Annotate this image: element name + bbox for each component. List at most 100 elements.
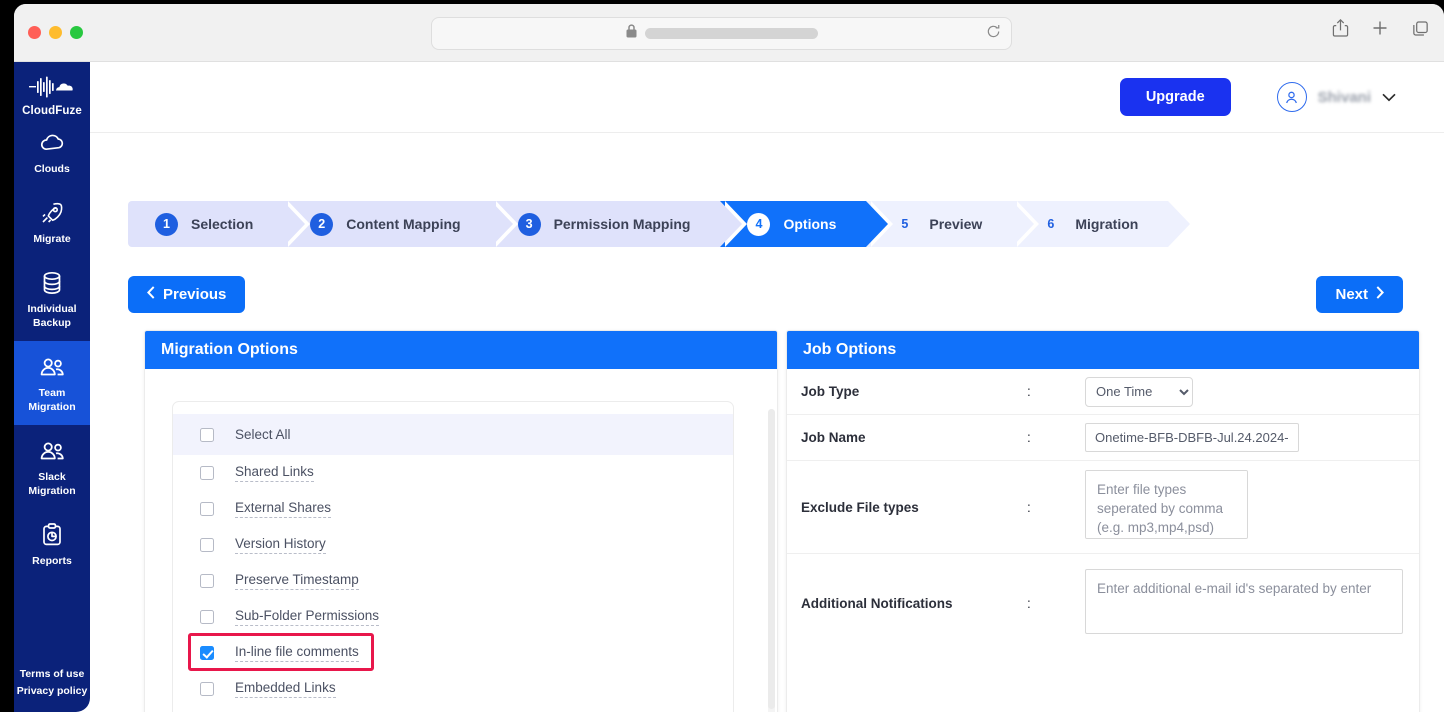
upgrade-button[interactable]: Upgrade <box>1119 78 1231 116</box>
option-row-version-history[interactable]: Version History <box>173 527 733 563</box>
chevron-down-icon[interactable] <box>1382 90 1396 105</box>
option-label: Embedded Links <box>235 680 336 698</box>
option-row-select-all[interactable]: Select All <box>173 414 733 455</box>
job-row-job-name: Job Name : <box>787 415 1419 461</box>
step-content-mapping[interactable]: 2 Content Mapping <box>283 201 518 247</box>
browser-toolbar-actions <box>1332 18 1430 38</box>
checkbox-embedded-links[interactable] <box>200 682 214 696</box>
step-label: Permission Mapping <box>553 216 691 232</box>
job-type-field: One Time Delta Scheduled <box>1085 376 1419 407</box>
job-name-label: Job Name <box>801 430 866 445</box>
sidebar: CloudFuze Clouds Migrate Individual Back… <box>14 62 90 712</box>
step-number: 5 <box>901 217 909 231</box>
migration-options-list: Select All Shared Links External Shares <box>172 401 734 712</box>
step-permission-mapping[interactable]: 3 Permission Mapping <box>490 201 748 247</box>
step-number: 6 <box>1047 217 1055 231</box>
user-name: Shivani <box>1317 88 1371 106</box>
close-window-button[interactable] <box>28 26 41 39</box>
previous-button[interactable]: Previous <box>128 276 246 313</box>
users-icon <box>39 438 65 464</box>
sidebar-item-clouds[interactable]: Clouds <box>14 117 90 187</box>
additional-notifications-textarea[interactable] <box>1085 568 1403 634</box>
exclude-file-types-label: Exclude File types <box>801 499 919 515</box>
option-row-preserve-timestamp[interactable]: Preserve Timestamp <box>173 563 733 599</box>
checkbox-sub-folder-permissions[interactable] <box>200 610 214 624</box>
terms-of-use-link[interactable]: Terms of use <box>17 666 88 683</box>
job-name-field <box>1085 423 1419 452</box>
job-row-colon: : <box>1027 499 1031 515</box>
brand-logo[interactable]: CloudFuze <box>14 74 90 117</box>
topbar: Upgrade Shivani <box>90 62 1444 133</box>
new-tab-icon[interactable] <box>1371 19 1389 37</box>
option-row-sub-folder-permissions[interactable]: Sub-Folder Permissions <box>173 599 733 635</box>
checkbox-preserve-timestamp[interactable] <box>200 574 214 588</box>
wizard-stepper: 1 Selection 2 Content Mapping 3 Permissi… <box>128 201 1196 247</box>
job-name-input[interactable] <box>1085 423 1299 452</box>
users-icon <box>39 354 65 380</box>
job-row-colon: : <box>1027 430 1031 445</box>
scrollbar-thumb[interactable] <box>768 409 775 709</box>
sidebar-item-label: Team Migration <box>28 387 76 413</box>
next-button-label: Next <box>1335 286 1368 303</box>
chevron-left-icon <box>147 286 155 303</box>
brand-name: CloudFuze <box>22 105 82 117</box>
step-number: 4 <box>747 212 771 236</box>
job-row-additional-notifications: Additional Notifications : <box>787 554 1419 653</box>
checkbox-select-all[interactable] <box>200 427 214 442</box>
user-menu[interactable]: Shivani <box>1276 82 1396 112</box>
job-type-select[interactable]: One Time Delta Scheduled <box>1085 376 1193 407</box>
migration-options-scrollbar[interactable] <box>768 409 775 712</box>
checkbox-shared-links[interactable] <box>200 466 214 480</box>
browser-window: CloudFuze Clouds Migrate Individual Back… <box>14 4 1444 712</box>
sidebar-item-migrate[interactable]: Migrate <box>14 187 90 257</box>
job-options-title: Job Options <box>787 331 1419 369</box>
tabs-icon[interactable] <box>1411 19 1430 38</box>
option-row-shared-links[interactable]: Shared Links <box>173 455 733 491</box>
step-selection[interactable]: 1 Selection <box>128 201 311 247</box>
checkbox-version-history[interactable] <box>200 538 214 552</box>
sidebar-item-slack-migration[interactable]: Slack Migration <box>14 425 90 509</box>
sidebar-item-individual-backup[interactable]: Individual Backup <box>14 257 90 341</box>
privacy-policy-link[interactable]: Privacy policy <box>17 683 88 700</box>
sidebar-item-label: Migrate <box>33 233 71 245</box>
job-row-exclude-file-types: Exclude File types : <box>787 461 1419 554</box>
window-controls <box>28 26 83 39</box>
step-label: Options <box>783 216 837 232</box>
option-label: Sub-Folder Permissions <box>235 608 380 626</box>
sidebar-item-reports[interactable]: Reports <box>14 509 90 579</box>
option-label: Preserve Timestamp <box>235 572 359 590</box>
option-row-in-line-file-comments[interactable]: In-line file comments <box>173 633 733 671</box>
job-row-colon: : <box>1027 596 1031 611</box>
exclude-file-types-textarea[interactable] <box>1085 470 1248 539</box>
address-bar[interactable] <box>431 17 1012 50</box>
checkbox-in-line-file-comments[interactable] <box>200 646 214 660</box>
next-button[interactable]: Next <box>1316 276 1403 313</box>
additional-notifications-label: Additional Notifications <box>801 596 953 611</box>
sidebar-footer: Terms of use Privacy policy <box>17 666 88 712</box>
lock-icon <box>626 24 637 43</box>
sidebar-item-label: Clouds <box>34 163 70 175</box>
option-label: Version History <box>235 536 326 554</box>
sidebar-item-team-migration[interactable]: Team Migration <box>14 341 90 425</box>
address-bar-url <box>644 28 818 39</box>
additional-notifications-field <box>1085 568 1419 639</box>
browser-chrome <box>14 4 1444 62</box>
minimize-window-button[interactable] <box>49 26 62 39</box>
migration-options-title: Migration Options <box>145 331 777 369</box>
step-label: Preview <box>929 216 983 232</box>
maximize-window-button[interactable] <box>70 26 83 39</box>
cloudfuze-logo-icon <box>29 74 75 100</box>
option-row-embedded-links[interactable]: Embedded Links <box>173 671 733 707</box>
cloud-icon <box>40 130 64 156</box>
sidebar-item-label: Reports <box>32 555 72 567</box>
share-icon[interactable] <box>1332 18 1349 38</box>
job-type-label: Job Type <box>801 384 860 399</box>
step-label: Content Mapping <box>346 216 461 232</box>
checkbox-external-shares[interactable] <box>200 502 214 516</box>
sidebar-item-label: Individual Backup <box>27 303 77 329</box>
option-row-external-shares[interactable]: External Shares <box>173 491 733 527</box>
main-content: 1 Selection 2 Content Mapping 3 Permissi… <box>90 133 1444 712</box>
option-label: Select All <box>235 427 291 442</box>
reload-icon[interactable] <box>986 24 1001 44</box>
migration-options-scroll-area[interactable]: Select All Shared Links External Shares <box>145 369 777 712</box>
